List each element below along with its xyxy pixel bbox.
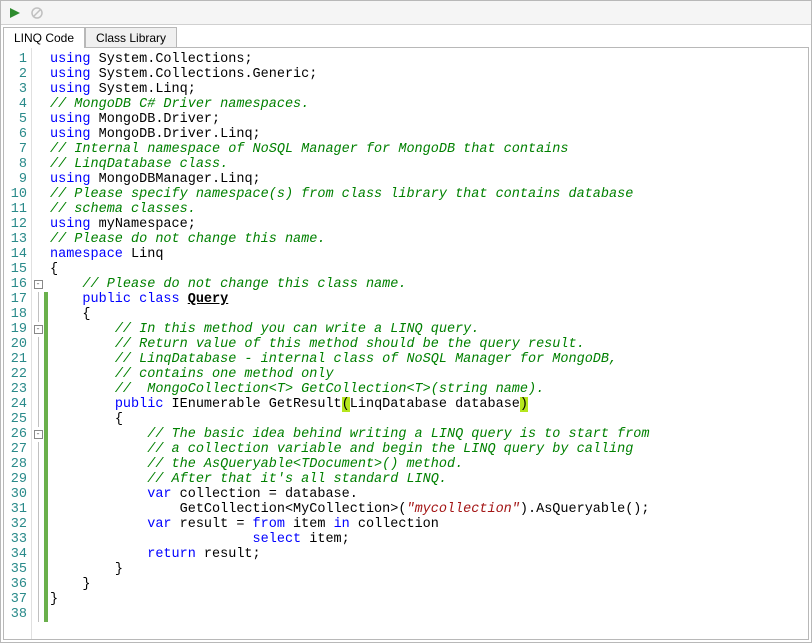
play-icon (9, 7, 21, 19)
tab-class-library[interactable]: Class Library (85, 27, 177, 48)
run-button[interactable] (5, 3, 25, 23)
tab-strip: LINQ Code Class Library (1, 25, 811, 47)
code-content[interactable]: using System.Collections;using System.Co… (48, 48, 652, 639)
stop-icon (31, 7, 43, 19)
editor-area: 1234567891011121314151617181920212223242… (3, 47, 809, 640)
code-editor[interactable]: 1234567891011121314151617181920212223242… (4, 48, 808, 639)
line-number-gutter: 1234567891011121314151617181920212223242… (4, 48, 32, 639)
editor-window: LINQ Code Class Library 1234567891011121… (0, 0, 812, 643)
toolbar (1, 1, 811, 25)
fold-column[interactable]: --- (32, 48, 44, 639)
tab-linq-code[interactable]: LINQ Code (3, 27, 85, 48)
stop-button[interactable] (27, 3, 47, 23)
